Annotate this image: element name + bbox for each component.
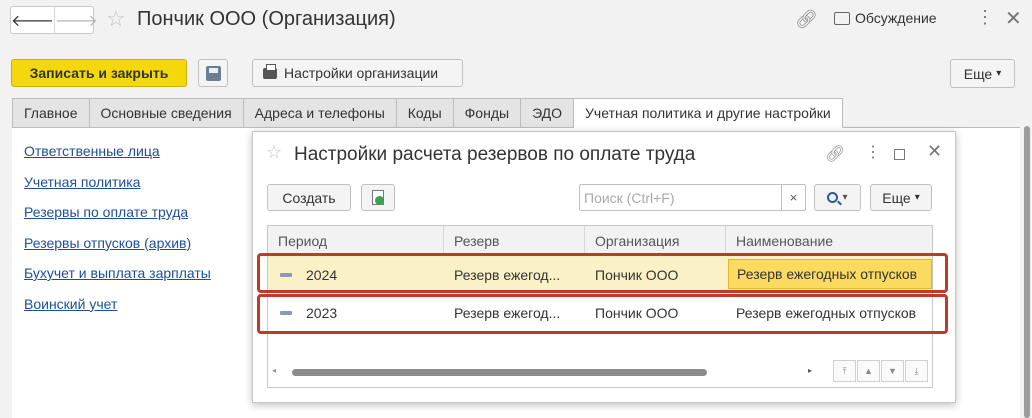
tab-funds[interactable]: Фонды — [453, 98, 522, 128]
discuss-label: Обсуждение — [855, 10, 937, 26]
more-vertical-icon[interactable]: ⋮ — [865, 142, 881, 162]
cell-period: 2024 — [306, 267, 338, 283]
cell-organization: Пончик ООО — [595, 305, 679, 321]
scroll-bottom-icon[interactable]: ⤓ — [905, 360, 928, 382]
star-icon[interactable]: ☆ — [266, 142, 282, 163]
tab-main[interactable]: Главное — [12, 98, 90, 128]
table-header: Период Резерв Организация Наименование — [268, 226, 932, 256]
history-nav: 🡐 🡒 — [10, 6, 98, 34]
cell-name: Резерв ежегодных отпусков — [736, 305, 917, 321]
search-box: × — [579, 184, 806, 211]
tab-accounting-policy[interactable]: Учетная политика и другие настройки — [574, 98, 843, 128]
column-header-organization[interactable]: Организация — [585, 226, 726, 256]
save-and-close-button[interactable]: Записать и закрыть — [11, 59, 187, 87]
arrow-right-icon[interactable]: 🡒 — [55, 7, 98, 33]
tab-addresses[interactable]: Адреса и телефоны — [243, 98, 397, 128]
column-header-name[interactable]: Наименование — [726, 226, 932, 256]
arrow-left-icon[interactable]: 🡐 — [11, 7, 55, 33]
cell-period: 2023 — [306, 305, 338, 321]
star-icon[interactable]: ☆ — [106, 6, 126, 32]
search-button[interactable]: ▾ — [814, 184, 861, 211]
copy-button[interactable] — [361, 184, 395, 211]
more-label: Еще — [963, 65, 993, 82]
link-responsible-persons[interactable]: Ответственные лица — [24, 143, 211, 174]
link-payroll-accounting[interactable]: Бухучет и выплата зарплаты — [24, 265, 211, 296]
link-vacation-reserves-archive[interactable]: Резервы отпусков (архив) — [24, 235, 211, 266]
settings-links: Ответственные лица Учетная политика Резе… — [24, 143, 211, 326]
scroll-left-icon[interactable]: ◂ — [272, 366, 276, 375]
create-button[interactable]: Создать — [267, 184, 351, 211]
chat-icon — [834, 11, 850, 25]
more-label: Еще — [882, 189, 911, 206]
table-row[interactable]: 2024 Резерв ежегод... Пончик ООО Резерв … — [268, 256, 932, 294]
link-accounting-policy[interactable]: Учетная политика — [24, 174, 211, 205]
scroll-down-icon[interactable]: ▼ — [881, 360, 904, 382]
column-header-reserve[interactable]: Резерв — [444, 226, 585, 256]
chevron-down-icon: ▾ — [996, 68, 1002, 79]
cell-organization: Пончик ООО — [595, 267, 679, 283]
vertical-scrollbar[interactable] — [1024, 126, 1030, 418]
save-button[interactable] — [198, 59, 228, 87]
maximize-icon[interactable] — [894, 149, 905, 160]
link-icon[interactable]: 🔗︎ — [825, 144, 845, 164]
scroll-top-icon[interactable]: ⤒ — [833, 360, 856, 382]
printer-icon — [263, 63, 277, 79]
clear-search-button[interactable]: × — [781, 185, 805, 210]
floppy-disk-icon — [205, 65, 221, 81]
org-settings-button[interactable]: Настройки организации — [252, 59, 463, 87]
link-icon[interactable]: 🔗︎ — [795, 9, 818, 30]
chevron-down-icon: ▾ — [842, 192, 848, 203]
tab-bar: Главное Основные сведения Адреса и телеф… — [12, 98, 843, 128]
more-button[interactable]: Еще ▾ — [950, 59, 1015, 88]
dialog-more-button[interactable]: Еще ▾ — [870, 184, 932, 211]
link-military-registration[interactable]: Воинский учет — [24, 296, 211, 327]
link-payroll-reserves[interactable]: Резервы по оплате труда — [24, 204, 211, 235]
table-row[interactable]: 2023 Резерв ежегод... Пончик ООО Резерв … — [268, 294, 932, 332]
reserves-table: Период Резерв Организация Наименование 2… — [267, 225, 933, 388]
close-icon[interactable]: ✕ — [927, 141, 942, 162]
window-title: Пончик ООО (Организация) — [137, 8, 396, 30]
scroll-right-icon[interactable]: ▸ — [808, 366, 812, 375]
close-icon[interactable]: ✕ — [1005, 6, 1022, 31]
tab-basic-info[interactable]: Основные сведения — [89, 98, 244, 128]
cell-reserve: Резерв ежегод... — [454, 305, 561, 321]
discuss-button[interactable]: Обсуждение — [834, 10, 937, 26]
more-vertical-icon[interactable]: ⋮ — [976, 7, 994, 28]
chevron-down-icon: ▾ — [914, 192, 920, 203]
scroll-up-icon[interactable]: ▲ — [857, 360, 880, 382]
dialog-title: Настройки расчета резервов по оплате тру… — [294, 144, 696, 165]
cell-reserve: Резерв ежегод... — [454, 267, 561, 283]
tab-edo[interactable]: ЭДО — [521, 98, 575, 128]
search-input[interactable] — [580, 185, 776, 210]
reserves-settings-dialog: ☆ Настройки расчета резервов по оплате т… — [252, 131, 956, 403]
column-header-period[interactable]: Период — [268, 226, 444, 256]
search-icon — [827, 192, 839, 203]
horizontal-scrollbar[interactable] — [292, 369, 707, 376]
tab-codes[interactable]: Коды — [396, 98, 454, 128]
cell-name[interactable]: Резерв ежегодных отпусков — [728, 259, 932, 289]
org-settings-label: Настройки организации — [284, 65, 439, 81]
copy-document-icon — [372, 190, 384, 205]
